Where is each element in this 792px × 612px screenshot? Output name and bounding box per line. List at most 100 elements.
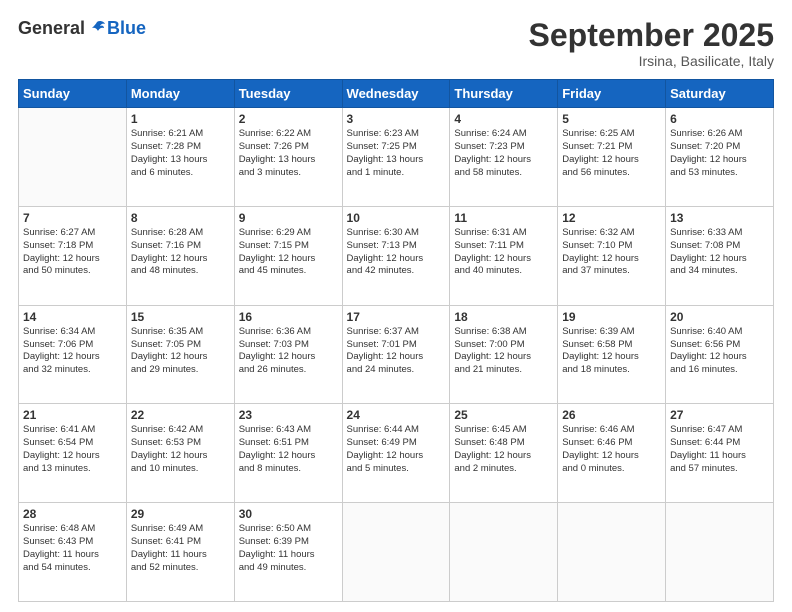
calendar-week-2: 7 Sunrise: 6:27 AMSunset: 7:18 PMDaylight…	[19, 206, 774, 305]
day-number: 20	[670, 310, 769, 324]
day-header-saturday: Saturday	[666, 80, 774, 108]
cell-content: Sunrise: 6:48 AMSunset: 6:43 PMDaylight:…	[23, 523, 122, 574]
day-number: 12	[562, 211, 661, 225]
cell-content: Sunrise: 6:39 AMSunset: 6:58 PMDaylight:…	[562, 326, 661, 377]
day-number: 6	[670, 112, 769, 126]
day-number: 28	[23, 507, 122, 521]
calendar-cell: 29 Sunrise: 6:49 AMSunset: 6:41 PMDayligh…	[126, 503, 234, 602]
day-number: 18	[454, 310, 553, 324]
calendar-week-1: 1 Sunrise: 6:21 AMSunset: 7:28 PMDaylight…	[19, 108, 774, 207]
cell-content: Sunrise: 6:43 AMSunset: 6:51 PMDaylight:…	[239, 424, 338, 475]
cell-content: Sunrise: 6:29 AMSunset: 7:15 PMDaylight:…	[239, 227, 338, 278]
logo-general-text: General	[18, 18, 85, 39]
page: General Blue September 2025 Irsina, Basi…	[0, 0, 792, 612]
calendar-cell	[450, 503, 558, 602]
day-header-thursday: Thursday	[450, 80, 558, 108]
cell-content: Sunrise: 6:25 AMSunset: 7:21 PMDaylight:…	[562, 128, 661, 179]
location-subtitle: Irsina, Basilicate, Italy	[529, 53, 774, 69]
day-header-monday: Monday	[126, 80, 234, 108]
calendar-cell: 13 Sunrise: 6:33 AMSunset: 7:08 PMDayligh…	[666, 206, 774, 305]
cell-content: Sunrise: 6:44 AMSunset: 6:49 PMDaylight:…	[347, 424, 446, 475]
calendar-cell: 26 Sunrise: 6:46 AMSunset: 6:46 PMDayligh…	[558, 404, 666, 503]
cell-content: Sunrise: 6:49 AMSunset: 6:41 PMDaylight:…	[131, 523, 230, 574]
calendar-cell: 19 Sunrise: 6:39 AMSunset: 6:58 PMDayligh…	[558, 305, 666, 404]
calendar-cell: 20Sunrise: 6:40 AMSunset: 6:56 PMDayligh…	[666, 305, 774, 404]
day-number: 13	[670, 211, 769, 225]
day-header-friday: Friday	[558, 80, 666, 108]
day-number: 30	[239, 507, 338, 521]
day-number: 5	[562, 112, 661, 126]
calendar-cell: 3 Sunrise: 6:23 AMSunset: 7:25 PMDaylight…	[342, 108, 450, 207]
cell-content: Sunrise: 6:42 AMSunset: 6:53 PMDaylight:…	[131, 424, 230, 475]
calendar-cell: 30 Sunrise: 6:50 AMSunset: 6:39 PMDayligh…	[234, 503, 342, 602]
day-header-wednesday: Wednesday	[342, 80, 450, 108]
logo: General Blue	[18, 18, 146, 39]
calendar-cell: 1 Sunrise: 6:21 AMSunset: 7:28 PMDaylight…	[126, 108, 234, 207]
day-number: 26	[562, 408, 661, 422]
cell-content: Sunrise: 6:47 AMSunset: 6:44 PMDaylight:…	[670, 424, 769, 475]
day-number: 21	[23, 408, 122, 422]
calendar-week-4: 21 Sunrise: 6:41 AMSunset: 6:54 PMDayligh…	[19, 404, 774, 503]
calendar-cell: 2Sunrise: 6:22 AMSunset: 7:26 PMDaylight…	[234, 108, 342, 207]
cell-content: Sunrise: 6:21 AMSunset: 7:28 PMDaylight:…	[131, 128, 230, 179]
calendar-cell	[342, 503, 450, 602]
day-header-sunday: Sunday	[19, 80, 127, 108]
cell-content: Sunrise: 6:34 AMSunset: 7:06 PMDaylight:…	[23, 326, 122, 377]
day-number: 8	[131, 211, 230, 225]
calendar-cell: 25 Sunrise: 6:45 AMSunset: 6:48 PMDayligh…	[450, 404, 558, 503]
cell-content: Sunrise: 6:30 AMSunset: 7:13 PMDaylight:…	[347, 227, 446, 278]
day-number: 23	[239, 408, 338, 422]
calendar-cell: 24 Sunrise: 6:44 AMSunset: 6:49 PMDayligh…	[342, 404, 450, 503]
calendar-cell: 7 Sunrise: 6:27 AMSunset: 7:18 PMDaylight…	[19, 206, 127, 305]
cell-content: Sunrise: 6:23 AMSunset: 7:25 PMDaylight:…	[347, 128, 446, 179]
day-number: 17	[347, 310, 446, 324]
cell-content: Sunrise: 6:35 AMSunset: 7:05 PMDaylight:…	[131, 326, 230, 377]
day-number: 7	[23, 211, 122, 225]
calendar-cell: 8 Sunrise: 6:28 AMSunset: 7:16 PMDaylight…	[126, 206, 234, 305]
logo-blue-text: Blue	[107, 18, 146, 39]
day-number: 16	[239, 310, 338, 324]
calendar-cell: 11Sunrise: 6:31 AMSunset: 7:11 PMDayligh…	[450, 206, 558, 305]
calendar-cell: 23 Sunrise: 6:43 AMSunset: 6:51 PMDayligh…	[234, 404, 342, 503]
day-number: 10	[347, 211, 446, 225]
day-number: 9	[239, 211, 338, 225]
calendar-header-row: SundayMondayTuesdayWednesdayThursdayFrid…	[19, 80, 774, 108]
day-number: 1	[131, 112, 230, 126]
calendar-cell: 22 Sunrise: 6:42 AMSunset: 6:53 PMDayligh…	[126, 404, 234, 503]
calendar-cell	[558, 503, 666, 602]
cell-content: Sunrise: 6:28 AMSunset: 7:16 PMDaylight:…	[131, 227, 230, 278]
logo-bird-icon	[87, 19, 107, 39]
day-number: 24	[347, 408, 446, 422]
day-number: 3	[347, 112, 446, 126]
cell-content: Sunrise: 6:27 AMSunset: 7:18 PMDaylight:…	[23, 227, 122, 278]
day-number: 22	[131, 408, 230, 422]
calendar-table: SundayMondayTuesdayWednesdayThursdayFrid…	[18, 79, 774, 602]
calendar-week-5: 28 Sunrise: 6:48 AMSunset: 6:43 PMDayligh…	[19, 503, 774, 602]
day-number: 25	[454, 408, 553, 422]
calendar-cell: 9 Sunrise: 6:29 AMSunset: 7:15 PMDaylight…	[234, 206, 342, 305]
cell-content: Sunrise: 6:33 AMSunset: 7:08 PMDaylight:…	[670, 227, 769, 278]
calendar-cell: 14 Sunrise: 6:34 AMSunset: 7:06 PMDayligh…	[19, 305, 127, 404]
cell-content: Sunrise: 6:38 AMSunset: 7:00 PMDaylight:…	[454, 326, 553, 377]
cell-content: Sunrise: 6:45 AMSunset: 6:48 PMDaylight:…	[454, 424, 553, 475]
calendar-week-3: 14 Sunrise: 6:34 AMSunset: 7:06 PMDayligh…	[19, 305, 774, 404]
day-number: 19	[562, 310, 661, 324]
day-number: 27	[670, 408, 769, 422]
day-number: 14	[23, 310, 122, 324]
cell-content: Sunrise: 6:41 AMSunset: 6:54 PMDaylight:…	[23, 424, 122, 475]
calendar-cell	[666, 503, 774, 602]
day-number: 4	[454, 112, 553, 126]
cell-content: Sunrise: 6:46 AMSunset: 6:46 PMDaylight:…	[562, 424, 661, 475]
day-number: 29	[131, 507, 230, 521]
month-title: September 2025	[529, 18, 774, 53]
cell-content: Sunrise: 6:26 AMSunset: 7:20 PMDaylight:…	[670, 128, 769, 179]
cell-content: Sunrise: 6:36 AMSunset: 7:03 PMDaylight:…	[239, 326, 338, 377]
calendar-cell: 27 Sunrise: 6:47 AMSunset: 6:44 PMDayligh…	[666, 404, 774, 503]
logo-text: General Blue	[18, 18, 146, 39]
cell-content: Sunrise: 6:50 AMSunset: 6:39 PMDaylight:…	[239, 523, 338, 574]
cell-content: Sunrise: 6:37 AMSunset: 7:01 PMDaylight:…	[347, 326, 446, 377]
calendar-cell: 28 Sunrise: 6:48 AMSunset: 6:43 PMDayligh…	[19, 503, 127, 602]
calendar-cell: 4Sunrise: 6:24 AMSunset: 7:23 PMDaylight…	[450, 108, 558, 207]
day-number: 2	[239, 112, 338, 126]
title-section: September 2025 Irsina, Basilicate, Italy	[529, 18, 774, 69]
